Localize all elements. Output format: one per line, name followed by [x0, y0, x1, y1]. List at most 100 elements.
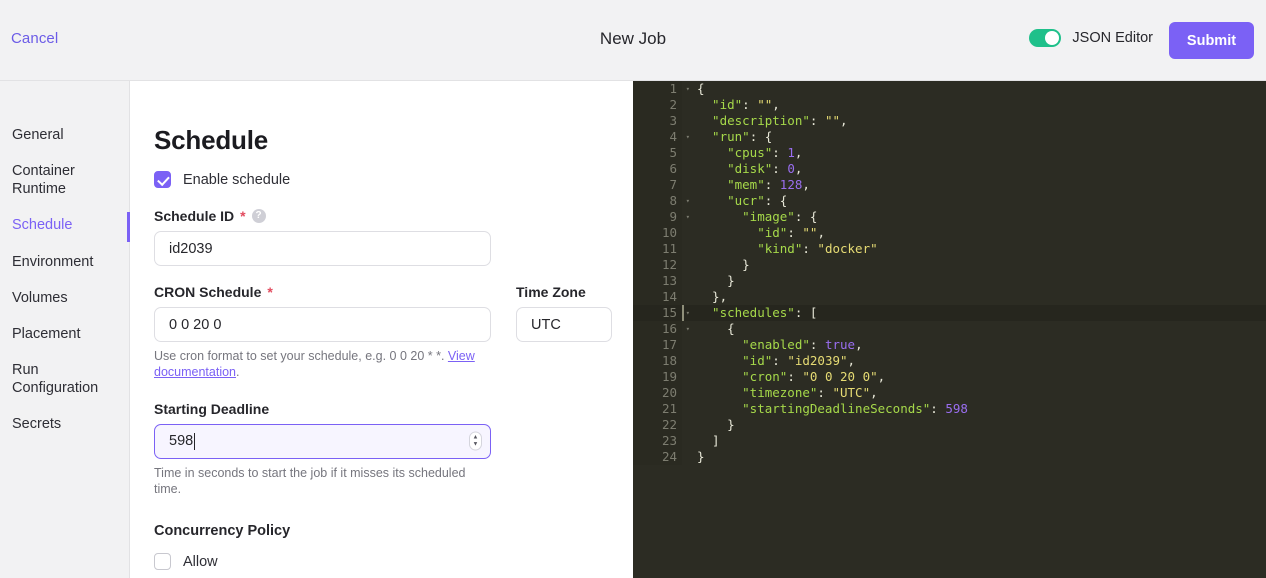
code-line[interactable]: 17 "enabled": true,	[633, 337, 1266, 353]
sidebar-item-schedule[interactable]: Schedule	[0, 212, 130, 243]
time-zone-field: Time Zone	[516, 284, 612, 342]
line-number: 12	[633, 257, 682, 273]
sidebar-item-secrets[interactable]: Secrets	[0, 415, 129, 433]
code-token: : [	[794, 305, 818, 320]
starting-deadline-label: Starting Deadline	[154, 401, 633, 417]
code-token: ""	[757, 97, 773, 112]
required-marker: *	[267, 284, 273, 300]
fold-arrow-icon[interactable]: ▾	[682, 81, 690, 97]
sidebar-item-environment[interactable]: Environment	[0, 253, 129, 271]
line-number: 9 ▾	[633, 209, 690, 225]
schedule-form-panel: Schedule Enable schedule Schedule ID * ?…	[131, 81, 633, 578]
code-line[interactable]: 2 "id": "",	[633, 97, 1266, 113]
cron-helper-text: Use cron format to set your schedule, e.…	[154, 348, 487, 381]
sidebar-item-container-runtime[interactable]: Container Runtime	[0, 162, 129, 198]
line-number: 20	[633, 385, 682, 401]
code-text: "ucr": {	[682, 193, 787, 209]
starting-deadline-input[interactable]	[154, 423, 491, 459]
code-line[interactable]: 11 "kind": "docker"	[633, 241, 1266, 257]
json-editor[interactable]: 1 ▾{2 "id": "", 3 "description": "", 4 ▾ "ru…	[633, 81, 1266, 578]
cron-schedule-input[interactable]	[154, 307, 491, 342]
code-line[interactable]: 23 ]	[633, 433, 1266, 449]
code-text: },	[682, 289, 727, 305]
line-number: 22	[633, 417, 682, 433]
sidebar-item-general[interactable]: General	[0, 126, 129, 144]
json-editor-toggle[interactable]	[1029, 29, 1062, 47]
fold-arrow-icon[interactable]: ▾	[682, 321, 690, 337]
cron-helper-suffix: .	[236, 365, 240, 380]
code-token: ,	[794, 161, 803, 176]
line-number: 14	[633, 289, 682, 305]
code-token: ,	[840, 113, 848, 128]
schedule-id-input[interactable]	[154, 231, 491, 266]
code-line[interactable]: 24}	[633, 449, 1266, 465]
code-token: "startingDeadlineSeconds"	[697, 401, 931, 416]
sidebar-item-label: Environment	[12, 253, 94, 270]
line-number: 19	[633, 369, 682, 385]
code-line[interactable]: 21 "startingDeadlineSeconds": 598	[633, 401, 1266, 417]
allow-row[interactable]: Allow	[154, 553, 633, 570]
starting-deadline-helper-text: Time in seconds to start the job if it m…	[154, 465, 466, 496]
line-number: 10	[633, 225, 682, 241]
fold-arrow-icon[interactable]: ▾	[682, 209, 690, 225]
line-number: 1 ▾	[633, 81, 690, 97]
code-token: ,	[847, 353, 856, 368]
code-line[interactable]: 22 }	[633, 417, 1266, 433]
code-line[interactable]: 14 },	[633, 289, 1266, 305]
submit-button[interactable]: Submit	[1169, 22, 1254, 59]
code-token: :	[802, 241, 818, 256]
code-line[interactable]: 6 "disk": 0,	[633, 161, 1266, 177]
sidebar-item-placement[interactable]: Placement	[0, 325, 129, 343]
code-line[interactable]: 18 "id": "id2039",	[633, 353, 1266, 369]
code-token: "id"	[697, 353, 773, 368]
code-line[interactable]: 4 ▾ "run": {	[633, 129, 1266, 145]
json-editor-toggle-label: JSON Editor	[1072, 30, 1153, 46]
code-line[interactable]: 5 "cpus": 1,	[633, 145, 1266, 161]
code-token: 0	[787, 161, 795, 176]
code-line[interactable]: 3 "description": "",	[633, 113, 1266, 129]
time-zone-input[interactable]	[516, 307, 612, 342]
code-token: "ucr"	[697, 193, 765, 208]
code-token: },	[697, 289, 728, 304]
schedule-id-label: Schedule ID * ?	[154, 208, 633, 224]
enable-schedule-checkbox[interactable]	[154, 171, 171, 188]
code-line[interactable]: 8 ▾ "ucr": {	[633, 193, 1266, 209]
sidebar-item-run-configuration[interactable]: Run Configuration	[0, 361, 129, 397]
code-line[interactable]: 13 }	[633, 273, 1266, 289]
help-icon[interactable]: ?	[251, 209, 266, 223]
fold-arrow-icon[interactable]: ▾	[682, 193, 690, 209]
schedule-id-field: Schedule ID * ?	[154, 208, 633, 266]
code-line[interactable]: 10 "id": "",	[633, 225, 1266, 241]
code-token: :	[809, 113, 825, 128]
code-text: ]	[682, 433, 720, 449]
section-title: Schedule	[154, 125, 268, 155]
stepper-down-icon[interactable]: ▼	[473, 441, 479, 447]
concurrency-policy-heading: Concurrency Policy	[154, 523, 291, 539]
code-text: "id": "",	[682, 97, 780, 113]
code-token: :	[809, 337, 825, 352]
code-token: ,	[794, 145, 803, 160]
line-number: 2	[633, 97, 682, 113]
line-number: 17	[633, 337, 682, 353]
code-line[interactable]: 16 ▾ {	[633, 321, 1266, 337]
code-line[interactable]: 7 "mem": 128,	[633, 177, 1266, 193]
line-number: 23	[633, 433, 682, 449]
line-number: 3	[633, 113, 682, 129]
stepper-up-icon[interactable]: ▲	[473, 434, 479, 440]
number-stepper[interactable]: ▲ ▼	[469, 431, 482, 451]
code-line[interactable]: 12 }	[633, 257, 1266, 273]
enable-schedule-row[interactable]: Enable schedule	[154, 171, 633, 188]
sidebar-item-label: Placement	[12, 325, 81, 342]
starting-deadline-input-wrap: ▲ ▼	[154, 423, 491, 459]
code-line[interactable]: 9 ▾ "image": {	[633, 209, 1266, 225]
fold-arrow-icon[interactable]: ▾	[682, 129, 690, 145]
code-line[interactable]: 15 ▾ "schedules": [	[633, 305, 1266, 321]
code-token: :	[772, 161, 788, 176]
code-line[interactable]: 1 ▾ {	[633, 81, 1266, 97]
code-line[interactable]: 19 "cron": "0 0 20 0",	[633, 369, 1266, 385]
code-token: "enabled"	[697, 337, 810, 352]
sidebar-item-volumes[interactable]: Volumes	[0, 289, 129, 307]
code-line[interactable]: 20 "timezone": "UTC",	[633, 385, 1266, 401]
required-marker: *	[240, 208, 246, 224]
allow-checkbox[interactable]	[154, 553, 171, 570]
